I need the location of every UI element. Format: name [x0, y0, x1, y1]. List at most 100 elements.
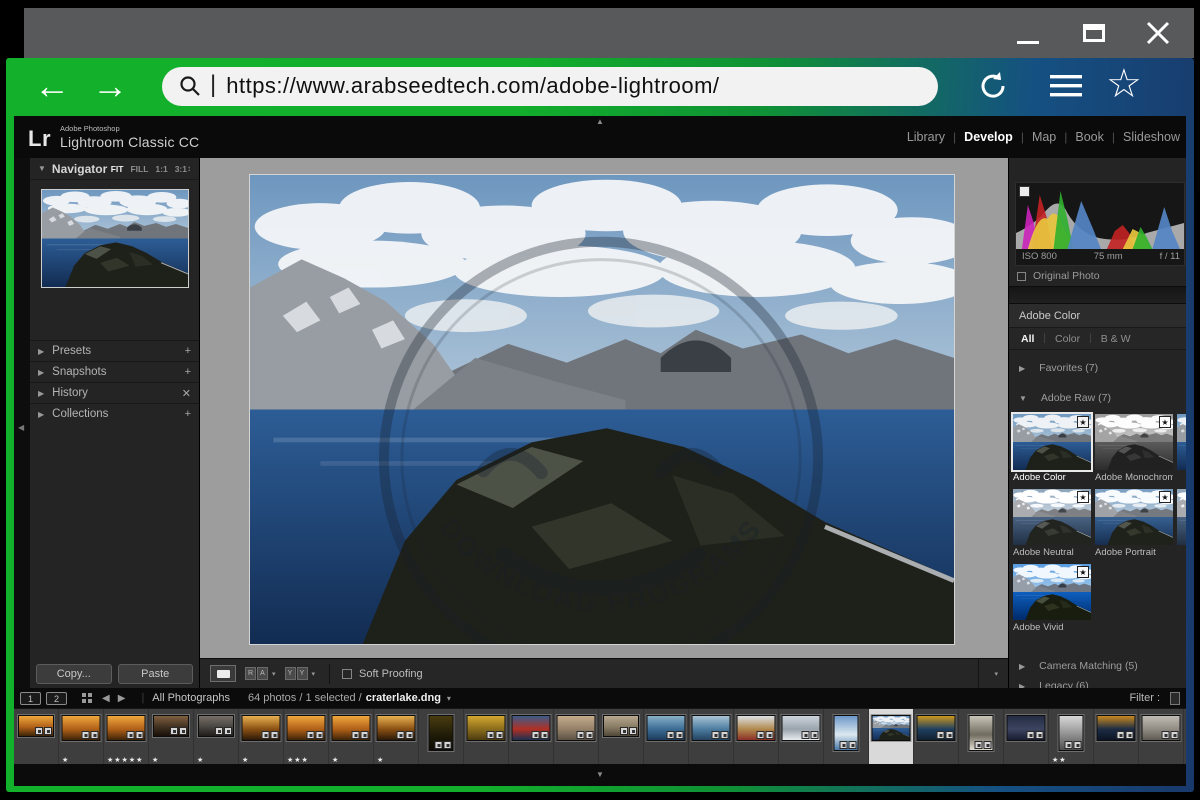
profile-tile-adobe-vivid[interactable]: ★Adobe Vivid [1013, 564, 1091, 633]
filmstrip-cell[interactable] [464, 709, 509, 764]
filmstrip-cell[interactable] [689, 709, 734, 764]
filmstrip-cell[interactable] [734, 709, 779, 764]
tab-color[interactable]: Color [1053, 333, 1082, 345]
filmstrip-cell[interactable] [959, 709, 1004, 764]
filmstrip-cell[interactable]: ★ [374, 709, 419, 764]
filmstrip-cell[interactable]: ★ [59, 709, 104, 764]
chevron-down-icon[interactable]: ▾ [312, 670, 316, 678]
tab-bw[interactable]: B & W [1099, 333, 1133, 345]
profile-tile-adobe-monochrome[interactable]: ★Adobe Monochrome [1095, 414, 1173, 483]
favorite-star-icon[interactable]: ★ [1159, 491, 1171, 503]
histogram-panel[interactable]: ISO 800 75 mm f / 11 [1015, 182, 1185, 266]
filmstrip-cell[interactable] [824, 709, 869, 764]
profile-tile[interactable]: ★ [1177, 489, 1186, 558]
bookmark-button[interactable]: ☆ [1106, 64, 1142, 104]
module-slideshow[interactable]: Slideshow [1119, 130, 1184, 144]
filmstrip-cell[interactable] [869, 709, 914, 764]
current-profile[interactable]: Adobe Color [1009, 304, 1186, 328]
filmstrip-cell[interactable] [779, 709, 824, 764]
section-action-icon[interactable]: + [185, 345, 191, 357]
filmstrip-cell[interactable] [914, 709, 959, 764]
filmstrip-cell[interactable]: ★★★★★ [104, 709, 149, 764]
filmstrip-cell[interactable] [599, 709, 644, 764]
filmstrip-cell[interactable] [1004, 709, 1049, 764]
tab-all[interactable]: All [1019, 333, 1036, 345]
monitor-1-button[interactable]: 1 [20, 692, 41, 705]
forward-button[interactable]: → [86, 68, 134, 104]
legacy-group[interactable]: ▶ Legacy (6) [1009, 676, 1186, 688]
menu-button[interactable] [1048, 71, 1084, 101]
monitor-2-button[interactable]: 2 [46, 692, 67, 705]
profile-tile-adobe-portrait[interactable]: ★Adobe Portrait [1095, 489, 1173, 558]
chevron-down-icon[interactable]: ▾ [272, 670, 276, 678]
previous-photo-button[interactable]: ◀ [102, 693, 110, 704]
module-develop[interactable]: Develop [960, 130, 1017, 144]
original-photo-checkbox[interactable] [1017, 272, 1026, 281]
zoom-option-fit[interactable]: FIT [111, 164, 124, 174]
section-action-icon[interactable]: + [185, 408, 191, 420]
soft-proofing-checkbox[interactable] [342, 669, 352, 679]
grid-view-icon[interactable] [82, 693, 86, 697]
section-collections[interactable]: ▶Collections+ [30, 403, 199, 424]
module-map[interactable]: Map [1028, 130, 1060, 144]
toolbar-options-dropdown[interactable]: ▾ [978, 659, 998, 688]
filmstrip-cell[interactable] [14, 709, 59, 764]
filmstrip-cell[interactable] [419, 709, 464, 764]
minimize-button[interactable] [1006, 8, 1050, 58]
filmstrip-cell[interactable]: ★ [239, 709, 284, 764]
paste-button[interactable]: Paste [118, 664, 194, 684]
favorite-star-icon[interactable]: ★ [1077, 566, 1089, 578]
section-presets[interactable]: ▶Presets+ [30, 340, 199, 361]
favorite-star-icon[interactable]: ★ [1077, 491, 1089, 503]
adobe-raw-group[interactable]: ▼ Adobe Raw (7) [1009, 388, 1186, 408]
module-book[interactable]: Book [1071, 130, 1108, 144]
filter-control[interactable] [1170, 692, 1180, 705]
filmstrip-cell[interactable] [554, 709, 599, 764]
left-panel-collapse[interactable]: ◀ [14, 158, 30, 688]
shadow-clipping-icon[interactable] [1019, 186, 1030, 197]
profile-tile-adobe-neutral[interactable]: ★Adobe Neutral [1013, 489, 1091, 558]
favorite-star-icon[interactable]: ★ [1159, 416, 1171, 428]
loupe-view-button[interactable] [210, 665, 236, 682]
filmstrip-cell[interactable] [1094, 709, 1139, 764]
module-library[interactable]: Library [903, 130, 949, 144]
filmstrip-cell[interactable] [1184, 709, 1186, 764]
before-after-button[interactable]: YY ▾ [285, 667, 316, 680]
filmstrip-cell[interactable]: ★★★ [284, 709, 329, 764]
zoom-option-fill[interactable]: FILL [130, 164, 148, 174]
source-label[interactable]: All Photographs [152, 692, 230, 704]
back-button[interactable]: ← [28, 68, 76, 104]
camera-matching-group[interactable]: ▶ Camera Matching (5) [1009, 656, 1186, 676]
close-button[interactable] [1136, 8, 1180, 58]
profile-tile[interactable]: ★ [1177, 414, 1186, 483]
close-icon [1145, 20, 1171, 46]
collapse-top-arrow-icon[interactable]: ▲ [596, 117, 604, 126]
address-bar[interactable]: | https://www.arabseedtech.com/adobe-lig… [162, 67, 938, 106]
filmstrip-cell[interactable]: ★ [194, 709, 239, 764]
navigator-preview[interactable] [41, 189, 189, 288]
filmstrip-cell[interactable] [509, 709, 554, 764]
section-history[interactable]: ▶History✕ [30, 382, 199, 403]
filmstrip-collapse[interactable]: ▼ [14, 764, 1186, 786]
next-photo-button[interactable]: ▶ [118, 693, 126, 704]
filmstrip-cell[interactable] [644, 709, 689, 764]
zoom-spinner-icon[interactable]: ↕ [187, 164, 191, 173]
profile-tile-adobe-color[interactable]: ★Adobe Color [1013, 414, 1091, 483]
compare-view-button[interactable]: RA ▾ [245, 667, 276, 680]
refresh-button[interactable] [976, 69, 1010, 103]
filmstrip-cell[interactable] [1139, 709, 1184, 764]
section-action-icon[interactable]: + [185, 366, 191, 378]
maximize-button[interactable] [1072, 8, 1116, 58]
filmstrip-cell[interactable]: ★ [149, 709, 194, 764]
favorites-group[interactable]: ▶ Favorites (7) [1009, 358, 1186, 378]
zoom-option-3:1[interactable]: 3:1 [175, 164, 187, 174]
section-snapshots[interactable]: ▶Snapshots+ [30, 361, 199, 382]
section-action-icon[interactable]: ✕ [182, 387, 191, 400]
filmstrip-cell[interactable]: ★★ [1049, 709, 1094, 764]
filmstrip-cell[interactable]: ★ [329, 709, 374, 764]
copy-button[interactable]: Copy... [36, 664, 112, 684]
zoom-option-1:1[interactable]: 1:1 [155, 164, 167, 174]
navigator-header[interactable]: ▼ Navigator FITFILL1:13:1 ↕ [30, 158, 199, 180]
chevron-down-icon[interactable]: ▾ [447, 694, 451, 703]
favorite-star-icon[interactable]: ★ [1077, 416, 1089, 428]
